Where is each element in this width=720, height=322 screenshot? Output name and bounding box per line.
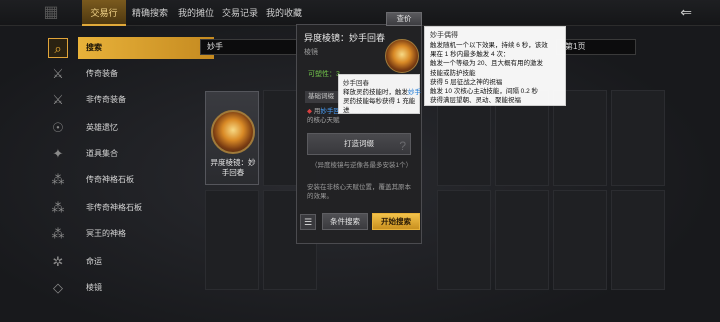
sidebar-item-label: 英雄遗忆 xyxy=(86,123,118,132)
sidebar-item-items[interactable]: ✦ 道具集合 xyxy=(44,142,172,166)
popup-body: 释放灵药技能时，触发妙手灵药技能每秒获得 1 充能进 xyxy=(343,88,421,115)
install-limit-note: （异度棱镜与逆像各最多安装1个） xyxy=(311,162,413,169)
tab-trade-records[interactable]: 交易记录 xyxy=(218,0,262,26)
popup-body-suffix: 灵药技能每秒获得 1 充能进 xyxy=(343,98,416,114)
grid-cell[interactable] xyxy=(205,190,259,290)
sidebar-item-search[interactable]: ⌕ 搜索 xyxy=(44,36,214,60)
result-item-card[interactable]: 异度棱镜：妙手回春 xyxy=(205,91,259,185)
sidebar-item-label: 非传奇神格石板 xyxy=(86,203,142,212)
sidebar-item-label: 命运 xyxy=(86,257,102,266)
search-input[interactable]: 妙手 xyxy=(200,39,308,55)
destiny-icon: ✲ xyxy=(52,254,64,269)
grid-cell[interactable] xyxy=(611,190,665,290)
condition-search-button[interactable]: 条件搜索 xyxy=(322,213,368,230)
item-tooltip: 异度棱镜：妙手回春 棱镜 可塑性：3 基础词缀 ◆ 用妙手回春替换基础异能天赋板… xyxy=(296,24,422,244)
pluto-icon: ⁂ xyxy=(51,226,65,241)
tab-my-stall[interactable]: 我的摊位 xyxy=(174,0,218,26)
effect-popup: 妙手偶得 触发随机一个以下效果，持续 6 秒，该效 果在 1 秒内最多触发 4 … xyxy=(424,26,566,106)
popup-line: 触发随机一个以下效果，持续 6 秒，该效 xyxy=(430,42,548,49)
sidebar-item-label: 传奇装备 xyxy=(86,69,118,78)
item-name: 异度棱镜：妙手回春 xyxy=(210,158,256,177)
sidebar-item-label: 道具集合 xyxy=(86,149,118,158)
sidebar-item-pluto[interactable]: ⁂ 冥王的神格 xyxy=(44,222,172,246)
legendary-gear-icon: ⚔ xyxy=(52,66,64,81)
popup-skill-link[interactable]: 妙手 xyxy=(408,89,421,96)
tab-trading[interactable]: 交易行 xyxy=(82,0,126,26)
prism-item-icon xyxy=(385,39,419,73)
popup-line: 获得满层望朝、灵动、聚能祝福 xyxy=(430,97,521,105)
install-effect-note: 安装在非核心天赋位置，覆盖其原本的效果。 xyxy=(307,184,411,200)
sidebar-item-destiny[interactable]: ✲ 命运 xyxy=(44,250,172,274)
popup-body: 触发随机一个以下效果，持续 6 秒，该效 果在 1 秒内最多触发 4 次： 触发… xyxy=(430,41,564,105)
check-price-button[interactable]: 查价 xyxy=(386,12,422,26)
sidebar-item-legendary-gear[interactable]: ⚔ 传奇装备 xyxy=(44,62,172,86)
slate-icon: ⁂ xyxy=(51,172,65,187)
sidebar-item-hero-memory[interactable]: ☉ 英雄遗忆 xyxy=(44,116,172,140)
popup-title: 妙手偶得 xyxy=(430,32,458,39)
plasticity-value: 可塑性：3 xyxy=(308,71,340,78)
popup-line: 技能或防护技能 xyxy=(430,69,476,77)
sidebar-item-label: 传奇神格石板 xyxy=(86,175,134,184)
prism-item-icon xyxy=(211,110,255,154)
popup-line: 触发 10 次核心主动技能，间隔 0.2 秒 xyxy=(430,88,538,96)
back-arrow-icon[interactable]: ⇐ xyxy=(680,4,692,21)
tab-my-favorites[interactable]: 我的收藏 xyxy=(262,0,306,26)
sidebar-item-label: 非传奇装备 xyxy=(86,95,126,104)
grid-cell[interactable] xyxy=(553,190,607,290)
results-grid xyxy=(205,90,675,322)
menu-icon[interactable]: ☰ xyxy=(300,214,316,230)
grid-cell[interactable] xyxy=(437,190,491,290)
search-icon: ⌕ xyxy=(48,38,68,58)
grid-cell[interactable] xyxy=(495,190,549,290)
sidebar-item-gear[interactable]: ⚔ 非传奇装备 xyxy=(44,88,172,112)
sidebar-item-label: 冥王的神格 xyxy=(86,229,126,238)
start-search-button[interactable]: 开始搜索 xyxy=(372,213,420,230)
question-icon: ? xyxy=(399,139,406,153)
bullet-icon: ◆ xyxy=(307,108,314,115)
sidebar-item-label: 棱镜 xyxy=(86,283,102,292)
tooltip-type: 棱镜 xyxy=(304,49,318,56)
popup-line: 触发一个等级为 20、且大概有用的激发 xyxy=(430,60,544,68)
sidebar-item-prism[interactable]: ◇ 棱镜 xyxy=(44,276,172,300)
top-bar: ▦ 交易行 精确搜索 我的摊位 交易记录 我的收藏 ⇐ xyxy=(0,0,720,26)
game-logo-icon: ▦ xyxy=(43,4,59,21)
sidebar-item-legendary-slate[interactable]: ⁂ 传奇神格石板 xyxy=(44,168,172,192)
slate-icon: ⁂ xyxy=(51,200,65,215)
sidebar-item-slate[interactable]: ⁂ 非传奇神格石板 xyxy=(44,196,172,220)
gear-icon: ⚔ xyxy=(52,92,64,107)
tab-precise-search[interactable]: 精确搜索 xyxy=(128,0,172,26)
items-icon: ✦ xyxy=(52,146,64,161)
popup-title: 妙手回春 xyxy=(343,80,369,87)
skill-popup: 妙手回春 释放灵药技能时，触发妙手灵药技能每秒获得 1 充能进 xyxy=(338,74,421,115)
sidebar-item-label: 搜索 xyxy=(86,43,102,52)
hero-memory-icon: ☉ xyxy=(52,120,64,135)
grid-cell[interactable] xyxy=(611,90,665,186)
tooltip-title: 异度棱镜：妙手回春 xyxy=(304,33,386,43)
prism-icon: ◇ xyxy=(53,280,63,295)
sidebar: ⌕ 搜索 ⚔ 传奇装备 ⚔ 非传奇装备 ☉ 英雄遗忆 ✦ 道具集合 ⁂ 传奇神格… xyxy=(44,32,214,322)
forge-affix-button[interactable]: 打造词缀? xyxy=(307,133,411,155)
popup-line: 获得 5 层征战之神的祝福 xyxy=(430,78,503,86)
page-selector[interactable]: 第1页 xyxy=(556,39,636,55)
popup-body-prefix: 释放灵药技能时，触发 xyxy=(343,89,408,96)
trading-page: ▦ 交易行 精确搜索 我的摊位 交易记录 我的收藏 ⇐ ⌕ 搜索 ⚔ 传奇装备 … xyxy=(0,0,720,322)
popup-line: 果在 1 秒内最多触发 4 次： xyxy=(430,51,510,59)
forge-button-label: 打造词缀 xyxy=(344,139,374,148)
